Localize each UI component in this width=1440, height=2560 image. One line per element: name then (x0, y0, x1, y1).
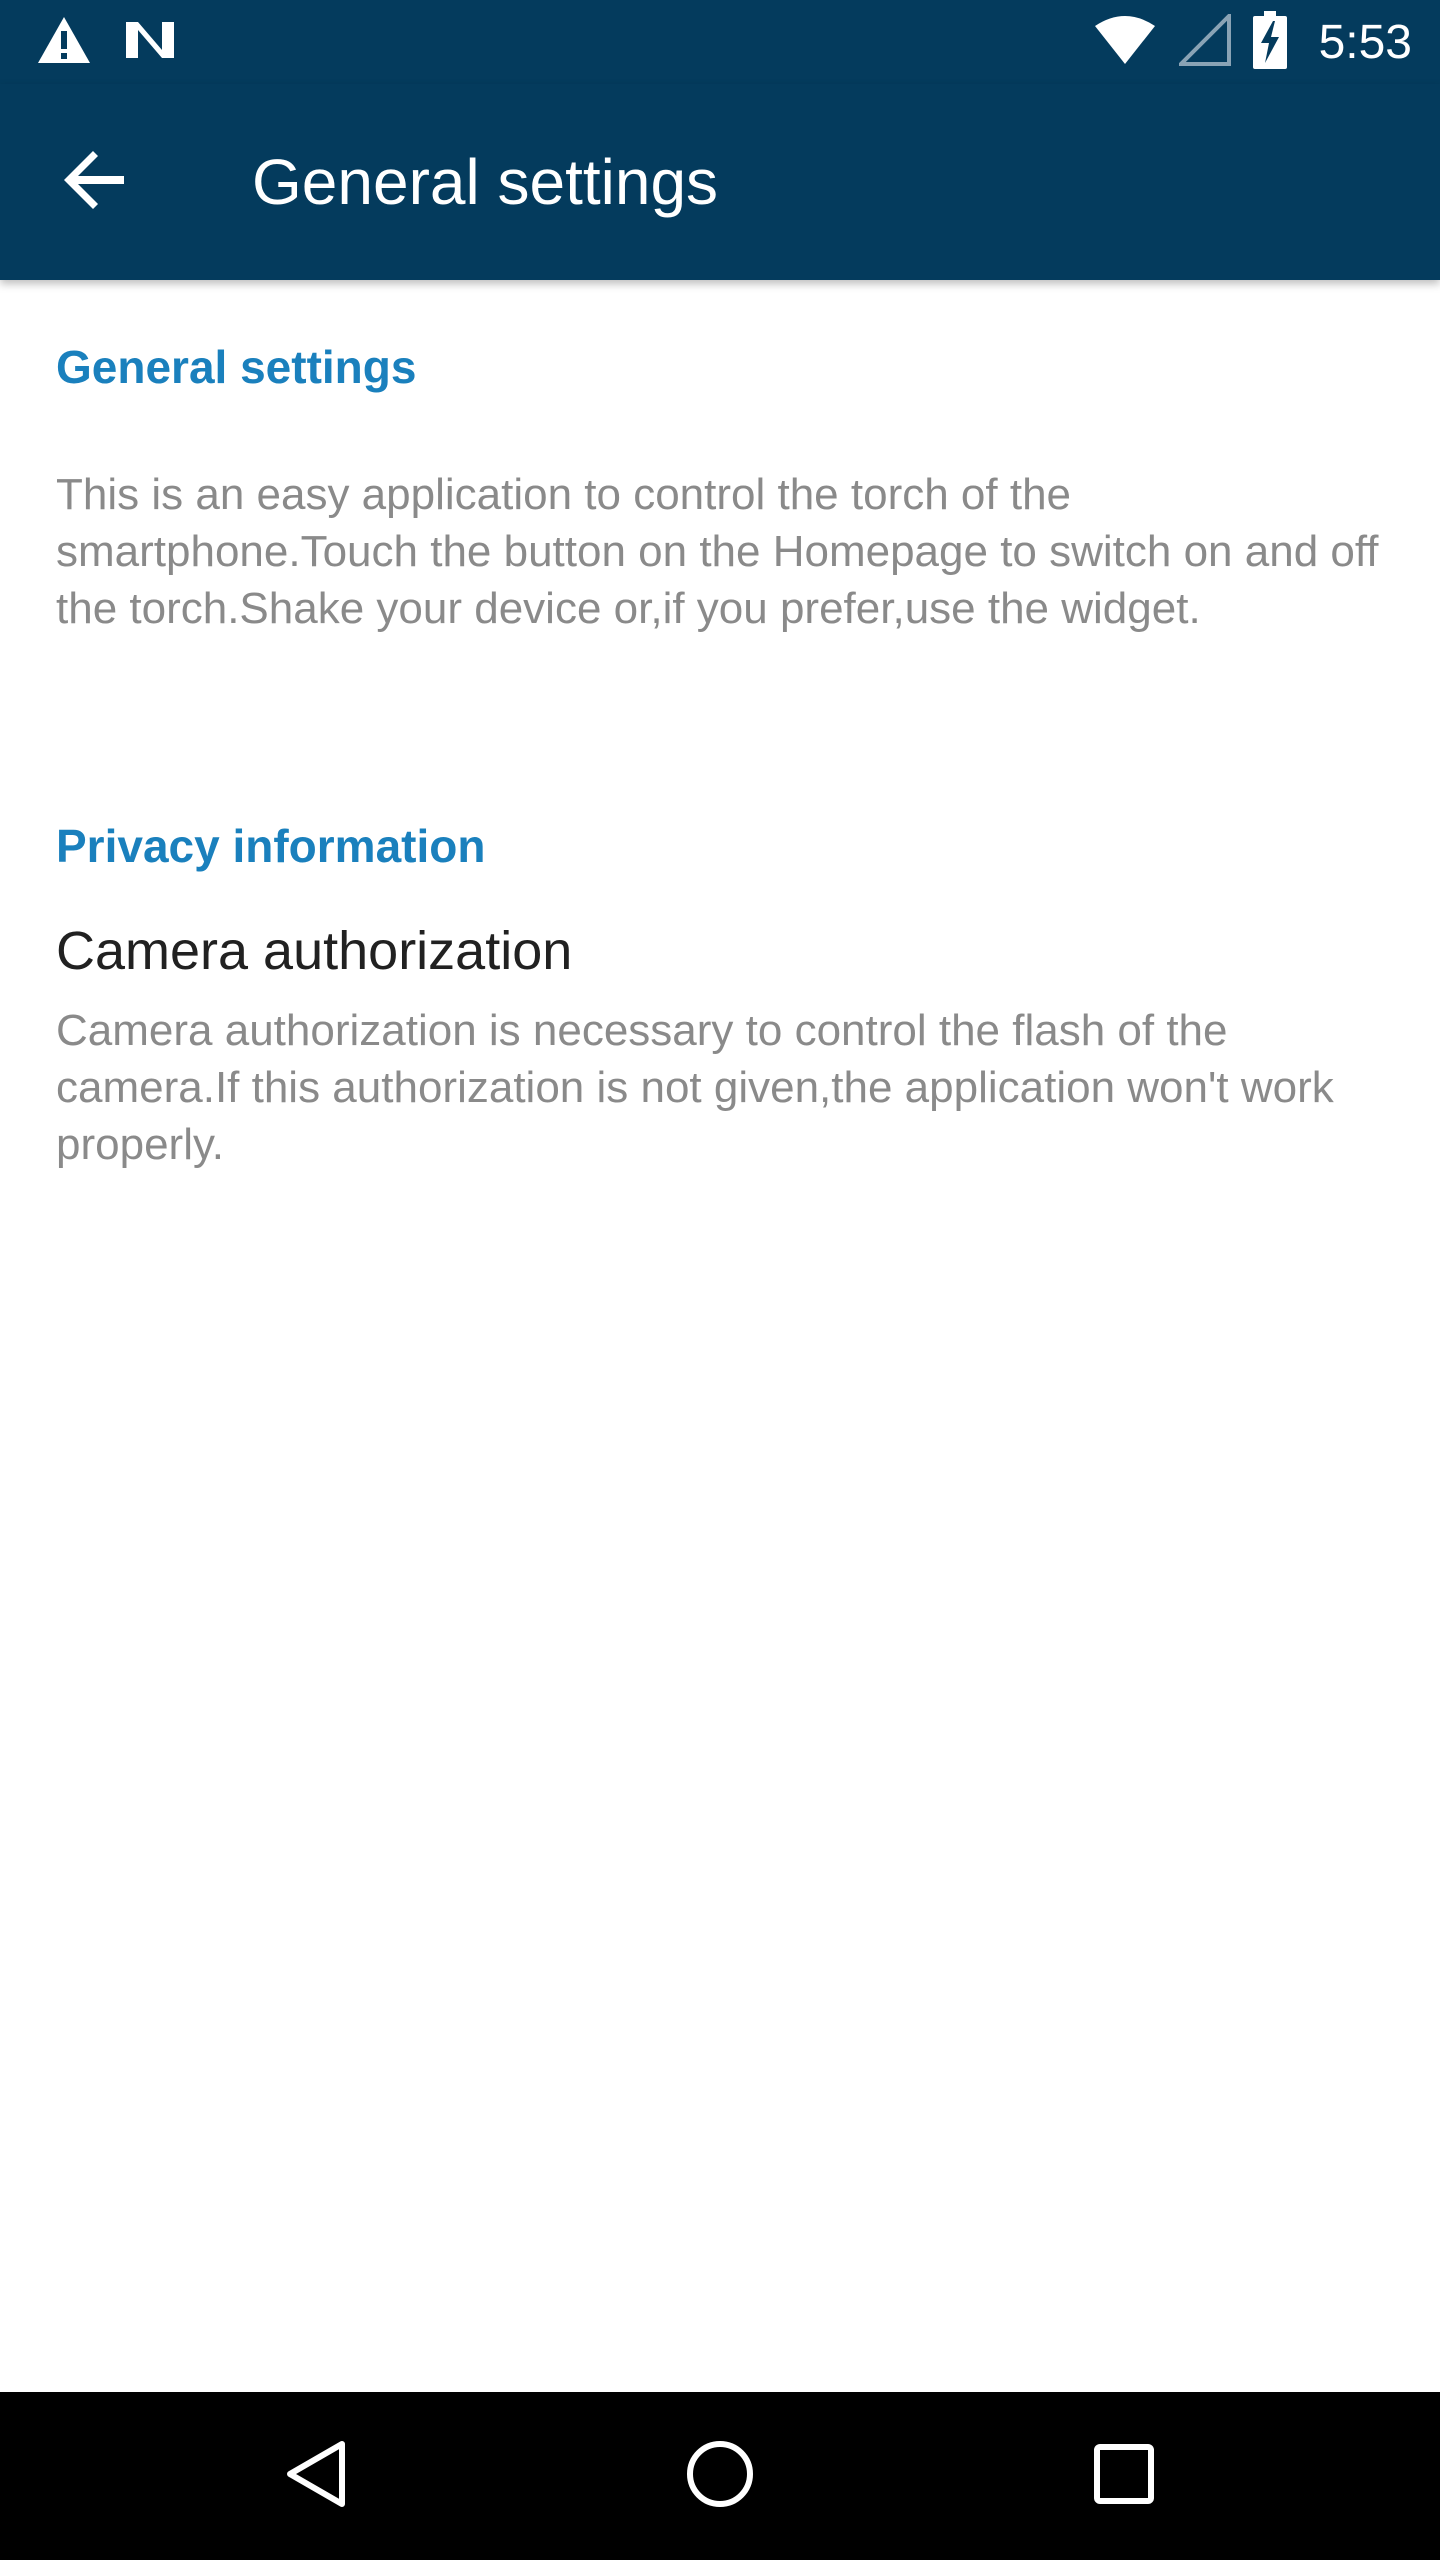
category-header-general: General settings (56, 341, 417, 393)
navigation-bar (0, 2392, 1440, 2560)
status-right-icons: 5:53 (1093, 10, 1412, 74)
cell-signal-icon (1175, 10, 1231, 71)
camera-authorization-summary: Camera authorization is necessary to con… (56, 1006, 1334, 1169)
nav-home-button[interactable] (670, 2426, 770, 2526)
app-bar: General settings (0, 84, 1440, 280)
back-triangle-icon (284, 2438, 348, 2515)
status-bar: 5:53 (0, 0, 1440, 84)
page-title: General settings (252, 146, 719, 218)
arrow-back-icon (64, 148, 128, 217)
status-time: 5:53 (1318, 15, 1412, 69)
screen: 5:53 General settings General settings T… (0, 0, 1440, 2560)
general-description: This is an easy application to control t… (56, 470, 1379, 633)
n-notification-icon (124, 18, 176, 67)
nav-recents-button[interactable] (1074, 2426, 1174, 2526)
nav-back-button[interactable] (266, 2426, 366, 2526)
home-circle-icon (684, 2438, 756, 2515)
battery-charging-icon (1252, 10, 1287, 74)
recents-square-icon (1092, 2442, 1156, 2511)
warning-icon (36, 15, 92, 70)
back-button[interactable] (48, 134, 144, 230)
wifi-icon (1093, 14, 1157, 71)
camera-authorization-item[interactable]: Camera authorization Camera authorizatio… (0, 920, 1440, 1500)
status-left-icons (36, 16, 176, 68)
camera-authorization-title: Camera authorization (56, 921, 573, 981)
category-header-privacy: Privacy information (56, 820, 486, 872)
